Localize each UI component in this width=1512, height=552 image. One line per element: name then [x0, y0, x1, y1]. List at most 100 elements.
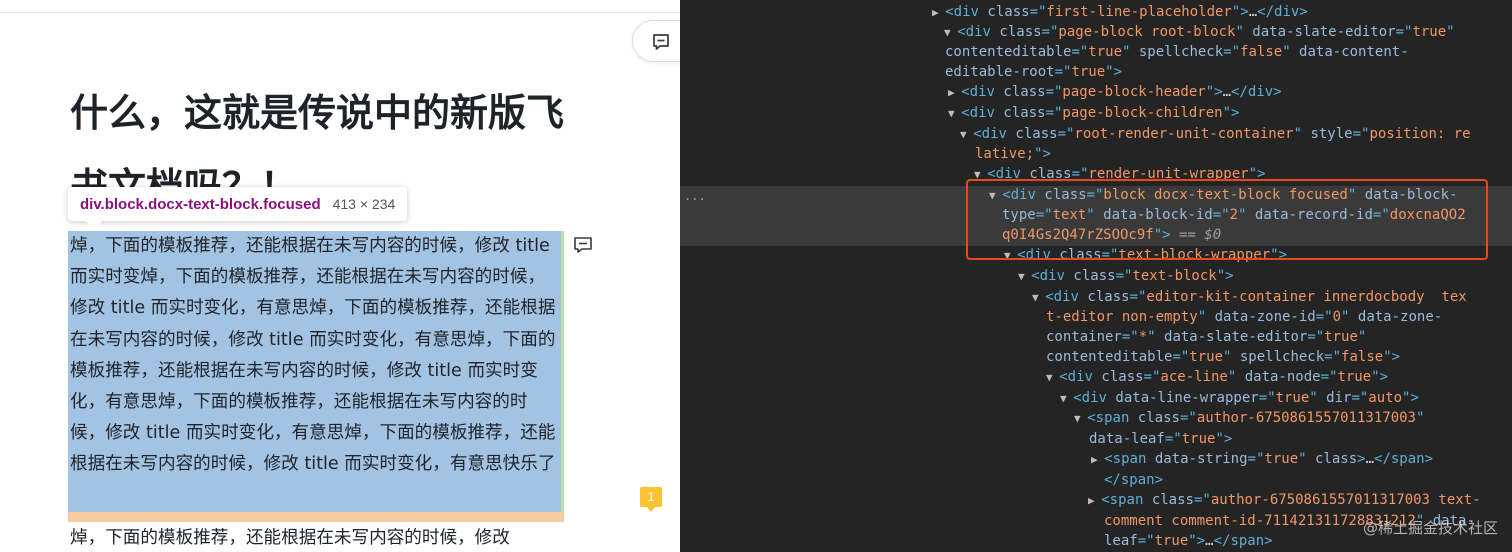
dom-tree-line[interactable]: ▼ <div class="text-block">	[1018, 266, 1234, 286]
dom-token: *	[1138, 329, 1148, 345]
dom-token: ="	[1223, 44, 1241, 60]
comment-count-badge[interactable]: 1	[640, 487, 662, 512]
devtools-elements-panel[interactable]: ... ▶ <div class="first-line-placeholder…	[680, 0, 1512, 552]
expand-toggle-icon[interactable]: ▶	[932, 6, 945, 19]
next-paragraph[interactable]: 焯，下面的模板推荐，还能根据在未写内容的时候，修改	[70, 523, 562, 552]
expand-toggle-icon[interactable]: ▶	[1088, 494, 1101, 507]
dom-token: contenteditable	[945, 44, 1072, 60]
dom-token: ="	[1320, 369, 1338, 385]
dom-token: ">	[1215, 431, 1233, 447]
dom-token: ="	[1193, 492, 1211, 508]
top-divider	[0, 12, 680, 13]
dom-token: t-editor non-empty	[1046, 309, 1198, 325]
dom-tree-line[interactable]: data-leaf="true">	[1089, 429, 1232, 449]
dom-token: "	[1282, 44, 1300, 60]
dom-token: "	[1298, 451, 1315, 467]
dom-tree-line[interactable]: ▼ <div data-line-wrapper="true" dir="aut…	[1060, 388, 1419, 408]
dom-token: class	[1087, 289, 1130, 305]
expand-toggle-icon[interactable]: ▼	[944, 26, 957, 39]
dom-tree-line[interactable]: ▼ <div class="ace-line" data-node="true"…	[1046, 367, 1388, 387]
dom-token: ">	[1402, 390, 1419, 406]
dom-token: true	[1154, 533, 1189, 549]
dom-tree-line[interactable]: contenteditable="true" spellcheck="false…	[1046, 347, 1400, 367]
dom-token: >	[1357, 451, 1366, 467]
dom-token: page-block root-block	[1058, 24, 1236, 40]
dom-tree-line[interactable]: ▼ <div class="root-render-unit-container…	[960, 124, 1471, 144]
dom-token: ="	[1172, 349, 1190, 365]
dom-token: "	[1235, 24, 1253, 40]
tooltip-arrow	[86, 221, 102, 229]
floating-comment-button[interactable]	[632, 20, 680, 62]
dom-tree-line[interactable]: ▶ <span class="author-675086155701131700…	[1088, 490, 1481, 510]
dom-token: "	[1223, 349, 1240, 365]
dom-tree-line[interactable]: ▶ <span data-string="true" class>…</span…	[1091, 449, 1433, 469]
dom-token: ="	[1029, 4, 1047, 20]
dom-token: …	[1205, 533, 1214, 549]
dom-token: true	[1071, 64, 1106, 80]
dom-tree-line[interactable]: ▼ <span class="author-675086155701131700…	[1074, 408, 1424, 428]
dom-token: true	[1275, 390, 1310, 406]
dom-token: <div	[1045, 289, 1088, 305]
dom-token: ="	[1352, 126, 1370, 142]
dom-token: data-leaf	[1089, 431, 1165, 447]
block-comment-icon[interactable]	[573, 236, 593, 254]
expand-toggle-icon[interactable]: ▶	[1091, 453, 1104, 466]
expand-toggle-icon[interactable]: ▼	[1018, 270, 1031, 283]
expand-toggle-icon[interactable]: ▼	[1032, 291, 1045, 304]
dom-token: <div	[957, 24, 1000, 40]
inspected-block-margin-overlay	[68, 512, 564, 522]
dom-tree-line[interactable]: lative;">	[975, 144, 1051, 164]
dom-token: </div>	[1231, 84, 1282, 100]
dom-token: …	[1248, 4, 1258, 20]
dom-tree-line[interactable]: leaf="true">…</span>	[1104, 531, 1273, 551]
dom-tree-line[interactable]: container="*" data-slate-editor="true"	[1046, 327, 1366, 347]
dom-token: class	[1101, 369, 1144, 385]
expand-toggle-icon[interactable]: ▼	[948, 107, 961, 120]
dom-token: first-line-placeholder	[1046, 4, 1232, 20]
dom-token: true	[1412, 24, 1447, 40]
dom-token: 0	[1332, 309, 1342, 325]
dom-token: true	[1088, 44, 1123, 60]
dom-token: ">	[1222, 105, 1240, 121]
expand-toggle-icon[interactable]: ▼	[1074, 412, 1087, 425]
dom-token: ="	[1324, 349, 1342, 365]
dom-tree-line[interactable]: ▼ <div class="page-block root-block" dat…	[944, 22, 1455, 42]
dom-token: …	[1222, 84, 1232, 100]
dom-tree-line[interactable]: ▶ <div class="page-block-header">…</div>	[948, 82, 1282, 102]
dom-token: ">	[1188, 533, 1206, 549]
dom-token: ="	[1041, 24, 1059, 40]
dom-tree-line[interactable]: ▼ <div class="editor-kit-container inner…	[1032, 287, 1467, 307]
dom-token: "	[1227, 369, 1245, 385]
dom-token: dir	[1326, 390, 1352, 406]
dom-token: ="	[1121, 329, 1139, 345]
dom-tree-line[interactable]: t-editor non-empty" data-zone-id="0" dat…	[1046, 307, 1442, 327]
expand-toggle-icon[interactable]: ▼	[1060, 392, 1073, 405]
dom-token: class	[1137, 410, 1180, 426]
dom-token: spellcheck	[1239, 349, 1325, 365]
dom-token: data-string	[1154, 451, 1248, 467]
dom-token: </span>	[1104, 472, 1164, 488]
dom-token: <div	[1073, 390, 1116, 406]
dom-token: ">	[1383, 349, 1401, 365]
dom-tree-line[interactable]: </span>	[1104, 470, 1163, 490]
dom-token: ="	[1351, 390, 1369, 406]
expand-toggle-icon[interactable]: ▶	[948, 86, 961, 99]
dom-token: ="	[1395, 24, 1413, 40]
dom-token: page-block-header	[1062, 84, 1206, 100]
dom-token: ="	[1315, 309, 1333, 325]
dom-token: ">	[1034, 146, 1051, 162]
dom-tree-line[interactable]: ▼ <div class="page-block-children">	[948, 103, 1239, 123]
dom-token: ="	[1179, 410, 1197, 426]
dom-tree-line[interactable]: ▶ <div class="first-line-placeholder">…<…	[932, 2, 1308, 22]
dom-token: spellcheck	[1138, 44, 1224, 60]
dom-token: ">	[1205, 84, 1223, 100]
row-options-ellipsis[interactable]: ...	[684, 186, 706, 206]
expand-toggle-icon[interactable]: ▼	[1046, 371, 1059, 384]
dom-tree-line[interactable]: contenteditable="true" spellcheck="false…	[945, 42, 1409, 62]
dom-token: class	[1073, 268, 1116, 284]
dom-tree-line[interactable]: editable-root="true">	[945, 62, 1122, 82]
expand-toggle-icon[interactable]: ▼	[960, 128, 973, 141]
dom-token: auto	[1368, 390, 1403, 406]
selected-text-block[interactable]: 焯，下面的模板推荐，还能根据在未写内容的时候，修改 title 而实时变焯，下面…	[70, 231, 562, 481]
dom-token: data-zone-	[1357, 309, 1443, 325]
